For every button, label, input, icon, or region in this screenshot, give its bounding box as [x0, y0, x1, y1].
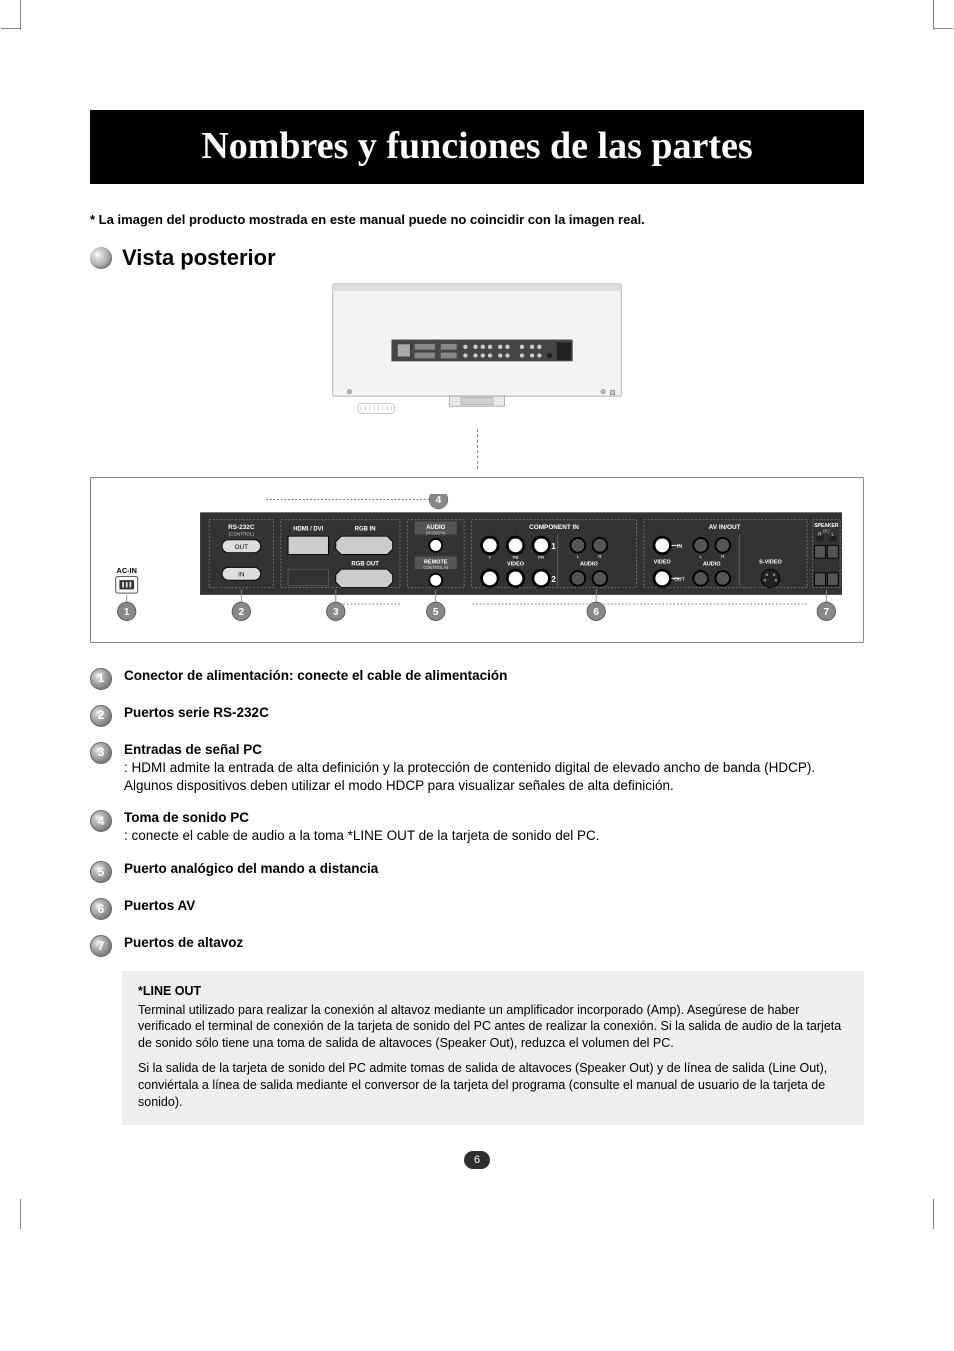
- svg-text:PR: PR: [538, 555, 545, 560]
- legend-5-title: Puerto analógico del mando a distancia: [124, 861, 378, 876]
- legend-list: 1 Conector de alimentación: conecte el c…: [90, 667, 864, 957]
- svg-text:AUDIO: AUDIO: [580, 562, 598, 568]
- section-title: Vista posterior: [122, 245, 276, 271]
- svg-text:CONTROL IN: CONTROL IN: [423, 565, 448, 570]
- svg-text:OUT: OUT: [674, 577, 685, 583]
- note-heading: *LINE OUT: [138, 983, 848, 1000]
- orb-icon: [90, 247, 112, 269]
- badge-7-icon: 7: [90, 935, 112, 957]
- legend-item-2: 2 Puertos serie RS-232C: [90, 704, 864, 727]
- line-out-note: *LINE OUT Terminal utilizado para realiz…: [122, 971, 864, 1125]
- legend-4-body: : conecte el cable de audio a la toma *L…: [124, 827, 600, 845]
- svg-text:COMPONENT IN: COMPONENT IN: [529, 524, 579, 531]
- legend-item-1: 1 Conector de alimentación: conecte el c…: [90, 667, 864, 690]
- svg-text:OUT: OUT: [235, 544, 249, 551]
- legend-6-title: Puertos AV: [124, 898, 195, 913]
- svg-text:RGB IN: RGB IN: [355, 527, 376, 533]
- svg-text:RGB OUT: RGB OUT: [351, 562, 379, 568]
- note-paragraph-1: Terminal utilizado para realizar la cone…: [138, 1002, 848, 1053]
- badge-2-icon: 2: [90, 705, 112, 727]
- note-paragraph-2: Si la salida de la tarjeta de sonido del…: [138, 1060, 848, 1111]
- svg-text:RS-232C: RS-232C: [228, 524, 255, 531]
- svg-text:5: 5: [433, 607, 439, 618]
- svg-text:IN: IN: [677, 544, 683, 550]
- monitor-rear-icon: [332, 283, 622, 428]
- svg-text:(8 ): (8 ): [823, 529, 830, 534]
- svg-text:1: 1: [551, 542, 556, 551]
- section-header: Vista posterior: [90, 245, 864, 271]
- legend-item-7: 7 Puertos de altavoz: [90, 934, 864, 957]
- svg-text:(RGB/DVI): (RGB/DVI): [426, 530, 446, 535]
- page-title-bar: Nombres y funciones de las partes: [90, 110, 864, 184]
- svg-text:VIDEO: VIDEO: [507, 562, 525, 568]
- legend-1-title: Conector de alimentación: conecte el cab…: [124, 668, 507, 683]
- badge-6-icon: 6: [90, 898, 112, 920]
- svg-text:HDMI / DVI: HDMI / DVI: [293, 527, 323, 533]
- svg-text:6: 6: [593, 607, 599, 618]
- badge-1-icon: 1: [90, 668, 112, 690]
- svg-text:AC-IN: AC-IN: [117, 566, 137, 575]
- svg-text:VIDEO: VIDEO: [654, 560, 672, 566]
- svg-text:1: 1: [124, 607, 130, 618]
- svg-text:2: 2: [239, 607, 245, 618]
- badge-4-icon: 4: [90, 810, 112, 832]
- legend-2-title: Puertos serie RS-232C: [124, 705, 269, 720]
- legend-3-body: : HDMI admite la entrada de alta definic…: [124, 759, 864, 795]
- legend-item-4: 4 Toma de sonido PC : conecte el cable d…: [90, 809, 864, 845]
- svg-text:AV IN/OUT: AV IN/OUT: [709, 524, 741, 531]
- svg-text:4: 4: [436, 495, 442, 506]
- svg-text:(CONTROL): (CONTROL): [229, 531, 255, 536]
- svg-text:S-VIDEO: S-VIDEO: [759, 560, 782, 566]
- svg-text:Y: Y: [488, 555, 491, 560]
- legend-3-title: Entradas de señal PC: [124, 741, 864, 759]
- legend-item-3: 3 Entradas de señal PC : HDMI admite la …: [90, 741, 864, 796]
- svg-text:PB: PB: [512, 555, 518, 560]
- legend-item-6: 6 Puertos AV: [90, 897, 864, 920]
- svg-text:AUDIO: AUDIO: [703, 562, 721, 568]
- svg-text:2: 2: [551, 575, 556, 584]
- port-panel-diagram: 4 AC-IN RS-232C (CONTROL) OUT IN HDMI / …: [90, 477, 864, 643]
- badge-5-icon: 5: [90, 861, 112, 883]
- legend-7-title: Puertos de altavoz: [124, 935, 243, 950]
- legend-item-5: 5 Puerto analógico del mando a distancia: [90, 860, 864, 883]
- svg-text:IN: IN: [238, 572, 245, 579]
- badge-3-icon: 3: [90, 742, 112, 764]
- product-rear-illustration: [90, 283, 864, 469]
- legend-4-title: Toma de sonido PC: [124, 809, 600, 827]
- intro-note: * La imagen del producto mostrada en est…: [90, 212, 864, 227]
- svg-text:3: 3: [333, 607, 339, 618]
- svg-text:7: 7: [824, 607, 830, 618]
- page-number: 6: [464, 1151, 490, 1169]
